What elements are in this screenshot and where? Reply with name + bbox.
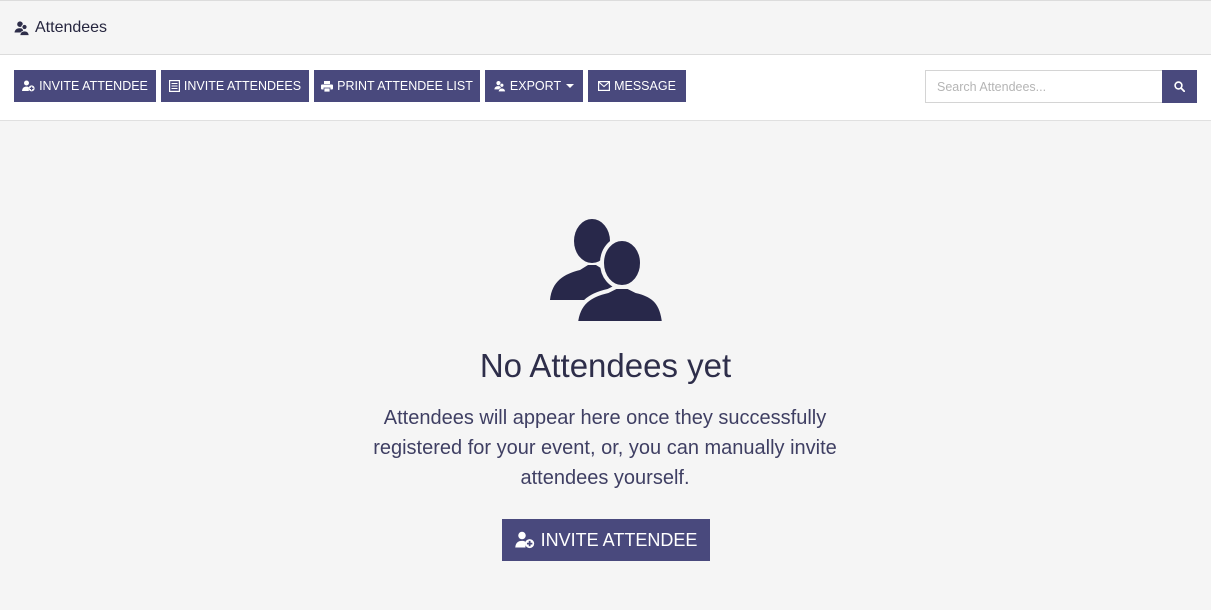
list-icon (168, 80, 180, 92)
search-bar (925, 70, 1197, 103)
page-header: Attendees (0, 0, 1211, 55)
search-input[interactable] (925, 70, 1162, 103)
invite-attendees-label: INVITE ATTENDEES (183, 79, 302, 93)
invite-attendee-cta-label: INVITE ATTENDEE (540, 529, 698, 550)
attendees-toolbar: INVITE ATTENDEE INVITE ATTENDEES PRINT A… (0, 55, 1211, 121)
invite-attendee-label: INVITE ATTENDEE (39, 79, 148, 93)
export-dropdown-button[interactable]: EXPORT (485, 70, 583, 102)
invite-attendees-button[interactable]: INVITE ATTENDEES (161, 70, 309, 102)
users-icon (550, 219, 664, 323)
message-button[interactable]: MESSAGE (588, 70, 686, 102)
user-plus-icon (514, 531, 534, 549)
empty-state: No Attendees yet Attendees will appear h… (0, 121, 1211, 610)
search-button[interactable] (1162, 70, 1197, 103)
invite-attendee-button[interactable]: INVITE ATTENDEE (14, 70, 156, 102)
print-attendee-list-label: PRINT ATTENDEE LIST (337, 79, 473, 93)
invite-attendee-cta-button[interactable]: INVITE ATTENDEE (502, 519, 710, 561)
users-icon (494, 81, 506, 92)
search-icon (1174, 81, 1185, 92)
page-title: Attendees (35, 18, 108, 36)
message-label: MESSAGE (614, 79, 676, 93)
user-plus-icon (22, 80, 35, 92)
envelope-icon (598, 81, 611, 91)
users-icon (14, 20, 30, 36)
export-label: EXPORT (509, 79, 562, 93)
empty-state-title: No Attendees yet (479, 347, 732, 384)
caret-down-icon (566, 84, 575, 88)
print-icon (321, 80, 334, 92)
print-attendee-list-button[interactable]: PRINT ATTENDEE LIST (314, 70, 480, 102)
empty-state-message: Attendees will appear here once they suc… (373, 407, 837, 489)
